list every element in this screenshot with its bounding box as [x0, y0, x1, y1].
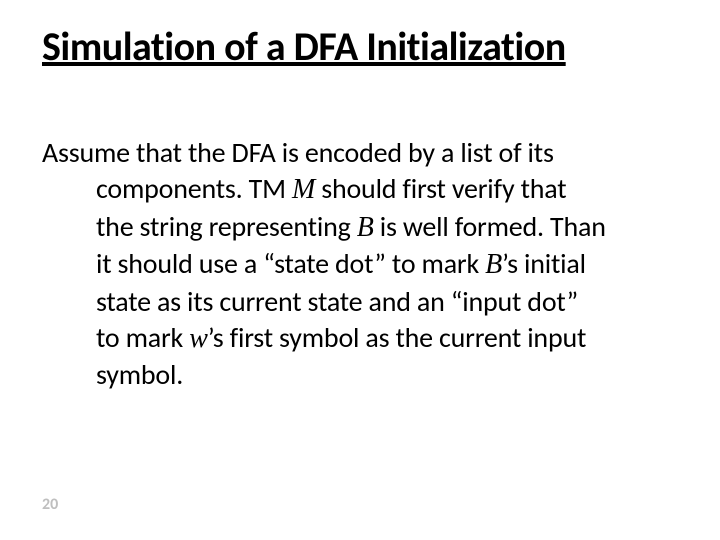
text: components. TM	[96, 171, 292, 206]
body-line-3: the string representing B is well formed…	[42, 209, 652, 246]
slide-title: Simulation of a DFA Initialization	[42, 26, 678, 68]
math-var-w: w	[189, 323, 207, 354]
math-var-b: B	[357, 212, 374, 243]
slide: Simulation of a DFA Initialization Assum…	[0, 0, 720, 540]
text: ’s first symbol as the current input	[208, 320, 586, 355]
text: to mark	[96, 320, 189, 355]
body-line-4: it should use a “state dot” to mark B’s …	[42, 246, 652, 283]
body-line-1: Assume that the DFA is encoded by a list…	[42, 135, 554, 170]
text: it should use a “state dot” to mark	[96, 246, 485, 281]
body-line-2: components. TM M should first verify tha…	[42, 171, 652, 208]
body-line-7: symbol.	[42, 357, 652, 393]
text: is well formed. Than	[374, 209, 606, 244]
text: the string representing	[96, 209, 357, 244]
page-number: 20	[42, 495, 58, 514]
text: should first verify that	[315, 171, 566, 206]
text: ’s initial	[502, 246, 586, 281]
body-line-6: to mark w’s first symbol as the current …	[42, 320, 652, 357]
slide-body: Assume that the DFA is encoded by a list…	[42, 135, 652, 394]
math-var-b-2: B	[485, 249, 502, 280]
math-var-m: M	[292, 174, 315, 205]
body-line-5: state as its current state and an “input…	[42, 284, 652, 320]
